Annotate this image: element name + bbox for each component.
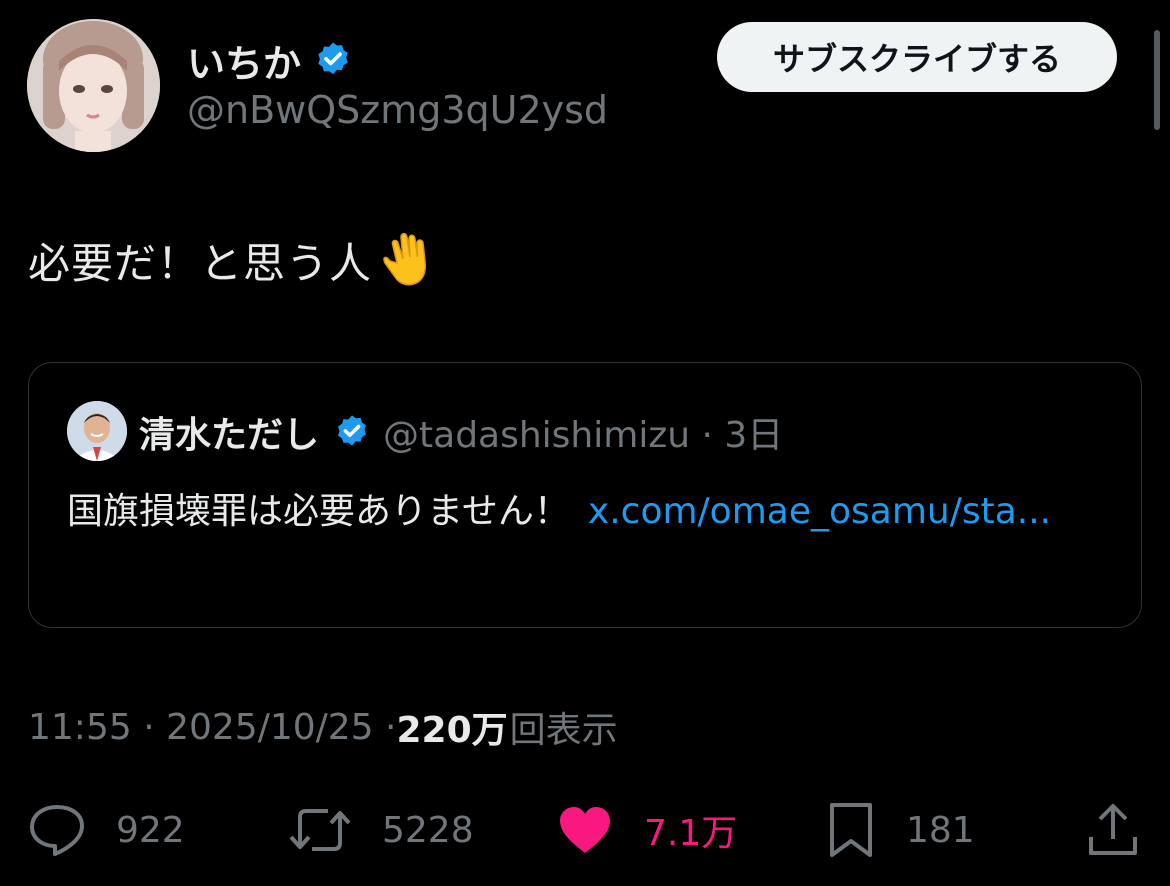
quoted-author-row: 清水ただし @tadashishimizu · 3日: [139, 407, 783, 457]
quoted-tweet-card[interactable]: 清水ただし @tadashishimizu · 3日 国旗損壊罪は必要ありません…: [28, 362, 1142, 628]
reply-button[interactable]: 922: [28, 800, 185, 860]
scrollbar[interactable]: [1154, 30, 1160, 130]
author-avatar[interactable]: [27, 19, 160, 152]
tweet-text-content: 必要だ！と思う人: [28, 238, 373, 288]
author-display-name[interactable]: いちか: [187, 33, 301, 88]
tweet-meta: 11:55 · 2025/10/25 · 220万 回表示: [28, 700, 618, 754]
retweet-count: 5228: [382, 809, 474, 851]
subscribe-button[interactable]: サブスクライブする: [717, 22, 1117, 92]
retweet-icon: [289, 809, 351, 851]
tweet-detail-page: いちか @nBwQSzmg3qU2ysd サブスクライブする 必要だ！と思う人: [0, 0, 1170, 886]
quoted-author-name[interactable]: 清水ただし: [139, 406, 319, 458]
share-button[interactable]: [1086, 800, 1140, 860]
quoted-verified-badge-icon: [333, 413, 371, 451]
quoted-tweet-text: 国旗損壊罪は必要ありません！ x.com/omae_osamu/sta...: [67, 481, 1117, 543]
reply-count: 922: [116, 809, 185, 851]
quoted-author-avatar[interactable]: [67, 401, 127, 461]
heart-icon: [560, 807, 610, 853]
tweet-timestamp[interactable]: 11:55 · 2025/10/25 ·: [28, 707, 396, 748]
bookmark-button[interactable]: 181: [826, 800, 975, 860]
like-button[interactable]: 7.1万: [556, 800, 737, 860]
bookmark-count: 181: [906, 809, 975, 851]
like-count: 7.1万: [644, 813, 738, 854]
quoted-tweet-link[interactable]: x.com/omae_osamu/sta...: [588, 491, 1051, 532]
quoted-avatar-photo: [67, 401, 127, 461]
retweet-button[interactable]: 5228: [288, 800, 474, 860]
reply-icon: [30, 805, 84, 856]
raised-hand-emoji-icon: [376, 231, 434, 289]
author-handle[interactable]: @nBwQSzmg3qU2ysd: [187, 88, 608, 132]
author-name-row[interactable]: いちか: [187, 33, 353, 88]
tweet-text: 必要だ！と思う人: [28, 230, 434, 290]
views-count: 220万: [396, 710, 508, 751]
views-label: 回表示: [509, 710, 618, 751]
avatar-photo: [27, 19, 160, 152]
share-icon: [1089, 804, 1137, 855]
quoted-author-handle-time: @tadashishimizu · 3日: [383, 415, 784, 456]
verified-badge-icon[interactable]: [313, 40, 353, 80]
bookmark-icon: [830, 803, 872, 857]
quoted-tweet-content: 国旗損壊罪は必要ありません！: [67, 491, 570, 532]
